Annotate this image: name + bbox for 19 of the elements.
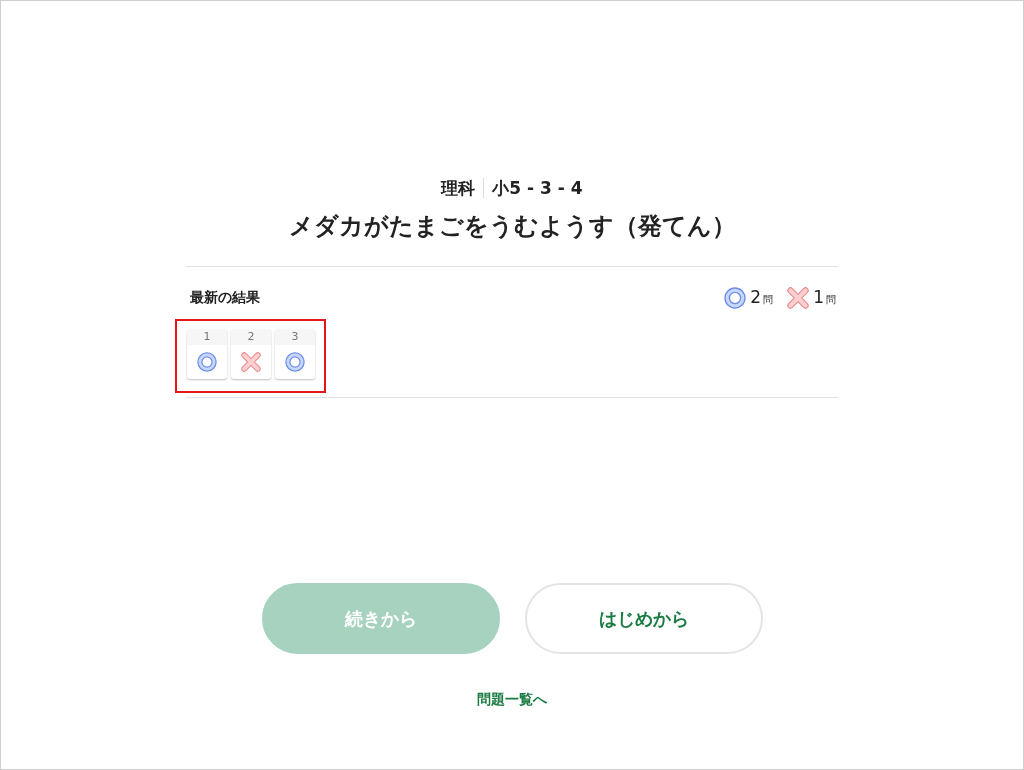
lesson-title: メダカがたまごをうむようす（発てん） (288, 211, 736, 242)
question-tile[interactable]: 2 (231, 329, 271, 379)
question-list-link[interactable]: 問題一覧へ (477, 691, 547, 709)
question-tile[interactable]: 3 (275, 329, 315, 379)
cross-icon (241, 352, 261, 372)
question-number: 1 (187, 329, 227, 345)
subject-label: 理科 (441, 176, 476, 200)
cross-icon (787, 287, 810, 309)
result-count: 2 問 (750, 285, 774, 309)
double-circle-icon (285, 352, 305, 372)
question-number: 3 (275, 329, 315, 345)
result-count: 1 問 (813, 285, 836, 309)
double-circle-icon (197, 352, 217, 372)
unit-code: 小5 - 3 - 4 (492, 176, 583, 200)
action-button[interactable]: はじめから (524, 583, 763, 654)
question-tile[interactable]: 1 (187, 329, 227, 379)
question-number: 2 (231, 329, 271, 345)
section-label: 最新の結果 (190, 289, 260, 307)
double-circle-icon (724, 287, 747, 309)
